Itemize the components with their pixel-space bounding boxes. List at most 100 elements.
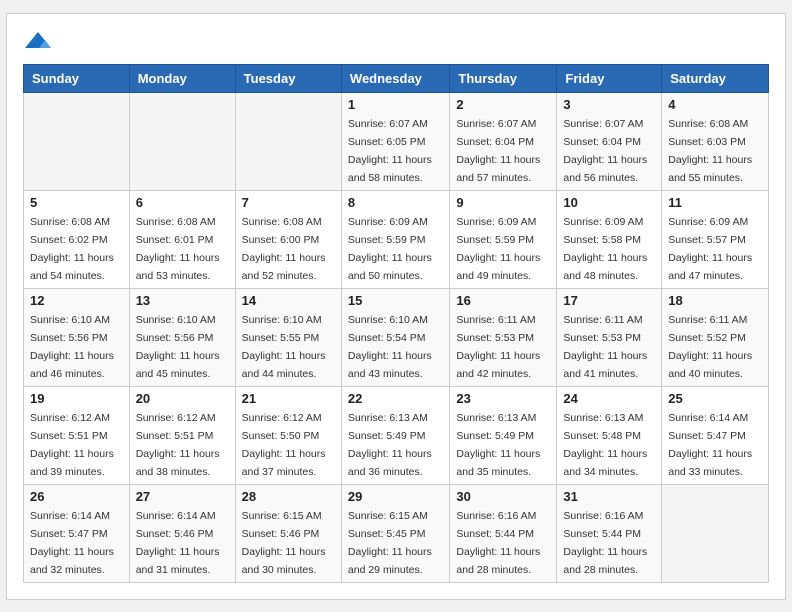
day-cell: 23Sunrise: 6:13 AM Sunset: 5:49 PM Dayli…: [450, 386, 557, 484]
day-cell: 17 Sunrise: 6:11 AM Sunset: 5:53 PM Dayli…: [557, 288, 662, 386]
week-row-1: 1 Sunrise: 6:07 AM Sunset: 6:05 PM Daylig…: [24, 92, 769, 190]
day-cell: 19 Sunrise: 6:12 AM Sunset: 5:51 PM Dayli…: [24, 386, 130, 484]
week-row-4: 19 Sunrise: 6:12 AM Sunset: 5:51 PM Dayli…: [24, 386, 769, 484]
day-cell: [235, 92, 341, 190]
day-info: Sunrise: 6:12 AM Sunset: 5:50 PM Dayligh…: [242, 412, 326, 478]
day-number: 29: [348, 489, 444, 504]
day-number: 31: [563, 489, 655, 504]
day-cell: 8 Sunrise: 6:09 AM Sunset: 5:59 PM Daylig…: [341, 190, 450, 288]
day-number: 20: [136, 391, 229, 406]
day-cell: 26Sunrise: 6:14 AM Sunset: 5:47 PM Dayli…: [24, 484, 130, 582]
day-number: 17: [563, 293, 655, 308]
day-info: Sunrise: 6:16 AM Sunset: 5:44 PM Dayligh…: [563, 510, 647, 576]
day-cell: 18 Sunrise: 6:11 AM Sunset: 5:52 PM Dayli…: [662, 288, 769, 386]
day-info: Sunrise: 6:09 AM Sunset: 5:57 PM Dayligh…: [668, 216, 752, 282]
week-row-5: 26Sunrise: 6:14 AM Sunset: 5:47 PM Dayli…: [24, 484, 769, 582]
day-cell: 6Sunrise: 6:08 AM Sunset: 6:01 PM Daylig…: [129, 190, 235, 288]
day-number: 2: [456, 97, 550, 112]
day-info: Sunrise: 6:11 AM Sunset: 5:53 PM Dayligh…: [456, 314, 540, 380]
calendar-table: SundayMondayTuesdayWednesdayThursdayFrid…: [23, 64, 769, 583]
day-number: 7: [242, 195, 335, 210]
day-cell: 30Sunrise: 6:16 AM Sunset: 5:44 PM Dayli…: [450, 484, 557, 582]
day-number: 15: [348, 293, 444, 308]
calendar-body: 1 Sunrise: 6:07 AM Sunset: 6:05 PM Daylig…: [24, 92, 769, 582]
day-number: 27: [136, 489, 229, 504]
day-info: Sunrise: 6:13 AM Sunset: 5:49 PM Dayligh…: [348, 412, 432, 478]
day-number: 30: [456, 489, 550, 504]
day-cell: 4 Sunrise: 6:08 AM Sunset: 6:03 PM Daylig…: [662, 92, 769, 190]
day-number: 1: [348, 97, 444, 112]
day-info: Sunrise: 6:12 AM Sunset: 5:51 PM Dayligh…: [136, 412, 220, 478]
day-cell: 29 Sunrise: 6:15 AM Sunset: 5:45 PM Dayli…: [341, 484, 450, 582]
day-number: 28: [242, 489, 335, 504]
day-number: 25: [668, 391, 762, 406]
day-cell: 9 Sunrise: 6:09 AM Sunset: 5:59 PM Daylig…: [450, 190, 557, 288]
day-info: Sunrise: 6:07 AM Sunset: 6:04 PM Dayligh…: [456, 118, 540, 184]
day-info: Sunrise: 6:10 AM Sunset: 5:56 PM Dayligh…: [136, 314, 220, 380]
weekday-header-thursday: Thursday: [450, 64, 557, 92]
weekday-header-wednesday: Wednesday: [341, 64, 450, 92]
day-number: 22: [348, 391, 444, 406]
day-cell: 21Sunrise: 6:12 AM Sunset: 5:50 PM Dayli…: [235, 386, 341, 484]
day-info: Sunrise: 6:14 AM Sunset: 5:47 PM Dayligh…: [668, 412, 752, 478]
day-cell: [129, 92, 235, 190]
day-info: Sunrise: 6:08 AM Sunset: 6:03 PM Dayligh…: [668, 118, 752, 184]
week-row-3: 12 Sunrise: 6:10 AM Sunset: 5:56 PM Dayli…: [24, 288, 769, 386]
day-cell: [662, 484, 769, 582]
day-info: Sunrise: 6:13 AM Sunset: 5:48 PM Dayligh…: [563, 412, 647, 478]
day-number: 14: [242, 293, 335, 308]
day-cell: 1 Sunrise: 6:07 AM Sunset: 6:05 PM Daylig…: [341, 92, 450, 190]
calendar-header: [23, 30, 769, 54]
day-number: 5: [30, 195, 123, 210]
day-info: Sunrise: 6:15 AM Sunset: 5:46 PM Dayligh…: [242, 510, 326, 576]
day-number: 11: [668, 195, 762, 210]
day-number: 13: [136, 293, 229, 308]
day-info: Sunrise: 6:13 AM Sunset: 5:49 PM Dayligh…: [456, 412, 540, 478]
day-info: Sunrise: 6:09 AM Sunset: 5:58 PM Dayligh…: [563, 216, 647, 282]
day-cell: 16Sunrise: 6:11 AM Sunset: 5:53 PM Dayli…: [450, 288, 557, 386]
day-cell: 3 Sunrise: 6:07 AM Sunset: 6:04 PM Daylig…: [557, 92, 662, 190]
calendar-thead: SundayMondayTuesdayWednesdayThursdayFrid…: [24, 64, 769, 92]
day-info: Sunrise: 6:09 AM Sunset: 5:59 PM Dayligh…: [348, 216, 432, 282]
day-cell: 12 Sunrise: 6:10 AM Sunset: 5:56 PM Dayli…: [24, 288, 130, 386]
day-cell: 5Sunrise: 6:08 AM Sunset: 6:02 PM Daylig…: [24, 190, 130, 288]
weekday-header-sunday: Sunday: [24, 64, 130, 92]
day-cell: 15 Sunrise: 6:10 AM Sunset: 5:54 PM Dayli…: [341, 288, 450, 386]
day-cell: 27Sunrise: 6:14 AM Sunset: 5:46 PM Dayli…: [129, 484, 235, 582]
weekday-header-saturday: Saturday: [662, 64, 769, 92]
day-info: Sunrise: 6:15 AM Sunset: 5:45 PM Dayligh…: [348, 510, 432, 576]
day-info: Sunrise: 6:08 AM Sunset: 6:01 PM Dayligh…: [136, 216, 220, 282]
day-cell: 22 Sunrise: 6:13 AM Sunset: 5:49 PM Dayli…: [341, 386, 450, 484]
day-number: 18: [668, 293, 762, 308]
day-number: 12: [30, 293, 123, 308]
day-info: Sunrise: 6:11 AM Sunset: 5:52 PM Dayligh…: [668, 314, 752, 380]
day-number: 26: [30, 489, 123, 504]
calendar-container: SundayMondayTuesdayWednesdayThursdayFrid…: [6, 13, 786, 600]
day-number: 19: [30, 391, 123, 406]
day-info: Sunrise: 6:09 AM Sunset: 5:59 PM Dayligh…: [456, 216, 540, 282]
day-info: Sunrise: 6:08 AM Sunset: 6:00 PM Dayligh…: [242, 216, 326, 282]
day-cell: 24Sunrise: 6:13 AM Sunset: 5:48 PM Dayli…: [557, 386, 662, 484]
day-number: 9: [456, 195, 550, 210]
weekday-header-tuesday: Tuesday: [235, 64, 341, 92]
day-cell: 20 Sunrise: 6:12 AM Sunset: 5:51 PM Dayli…: [129, 386, 235, 484]
day-info: Sunrise: 6:10 AM Sunset: 5:56 PM Dayligh…: [30, 314, 114, 380]
day-number: 4: [668, 97, 762, 112]
logo-icon: [23, 30, 53, 54]
weekday-header-monday: Monday: [129, 64, 235, 92]
logo: [23, 30, 57, 54]
day-info: Sunrise: 6:10 AM Sunset: 5:54 PM Dayligh…: [348, 314, 432, 380]
day-number: 8: [348, 195, 444, 210]
day-info: Sunrise: 6:07 AM Sunset: 6:05 PM Dayligh…: [348, 118, 432, 184]
weekday-header-friday: Friday: [557, 64, 662, 92]
day-cell: 25 Sunrise: 6:14 AM Sunset: 5:47 PM Dayli…: [662, 386, 769, 484]
day-cell: 2 Sunrise: 6:07 AM Sunset: 6:04 PM Daylig…: [450, 92, 557, 190]
day-info: Sunrise: 6:07 AM Sunset: 6:04 PM Dayligh…: [563, 118, 647, 184]
day-number: 10: [563, 195, 655, 210]
day-info: Sunrise: 6:11 AM Sunset: 5:53 PM Dayligh…: [563, 314, 647, 380]
day-cell: 11 Sunrise: 6:09 AM Sunset: 5:57 PM Dayli…: [662, 190, 769, 288]
day-number: 3: [563, 97, 655, 112]
day-info: Sunrise: 6:10 AM Sunset: 5:55 PM Dayligh…: [242, 314, 326, 380]
week-row-2: 5Sunrise: 6:08 AM Sunset: 6:02 PM Daylig…: [24, 190, 769, 288]
day-info: Sunrise: 6:12 AM Sunset: 5:51 PM Dayligh…: [30, 412, 114, 478]
